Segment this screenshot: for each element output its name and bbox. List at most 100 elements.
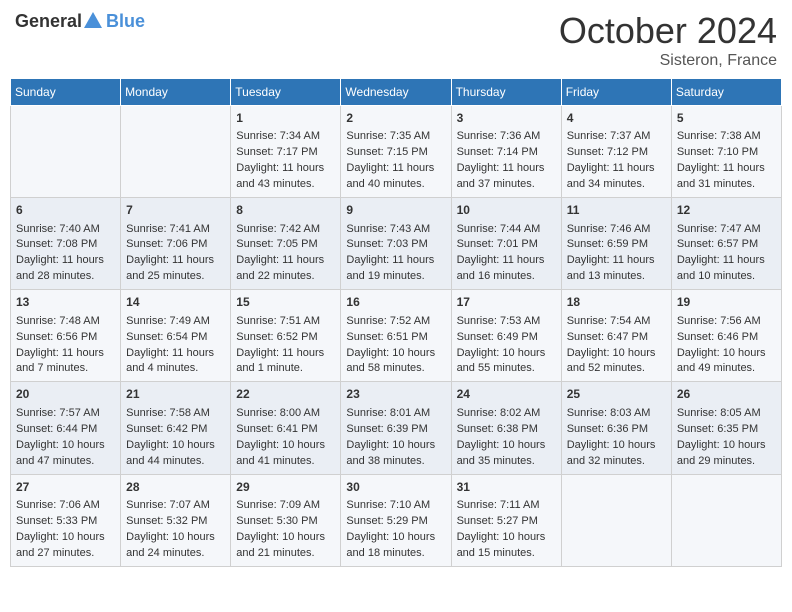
logo-general: General — [15, 11, 82, 32]
day-info-line: Sunrise: 7:52 AM — [346, 314, 445, 330]
day-info-line: Sunset: 6:52 PM — [236, 330, 335, 346]
page-header: General Blue October 2024 Sisteron, Fran… — [10, 10, 782, 70]
day-info-line: Sunrise: 8:02 AM — [457, 406, 556, 422]
day-number: 27 — [16, 479, 115, 496]
calendar-cell: 6Sunrise: 7:40 AMSunset: 7:08 PMDaylight… — [11, 198, 121, 290]
day-number: 9 — [346, 202, 445, 219]
calendar-cell: 29Sunrise: 7:09 AMSunset: 5:30 PMDayligh… — [231, 474, 341, 566]
day-number: 16 — [346, 294, 445, 311]
day-info-line: Sunset: 6:51 PM — [346, 330, 445, 346]
day-info-line: Daylight: 11 hours and 10 minutes. — [677, 253, 776, 285]
day-info-line: Daylight: 11 hours and 13 minutes. — [567, 253, 666, 285]
day-info-line: Sunset: 6:49 PM — [457, 330, 556, 346]
day-info-line: Sunset: 7:01 PM — [457, 237, 556, 253]
day-info-line: Sunrise: 7:47 AM — [677, 222, 776, 238]
day-info-line: Sunrise: 8:00 AM — [236, 406, 335, 422]
logo-blue: Blue — [106, 11, 145, 31]
day-info-line: Sunset: 6:57 PM — [677, 237, 776, 253]
title-block: October 2024 Sisteron, France — [559, 10, 777, 70]
calendar-cell: 7Sunrise: 7:41 AMSunset: 7:06 PMDaylight… — [121, 198, 231, 290]
day-info-line: Sunset: 5:33 PM — [16, 514, 115, 530]
day-number: 30 — [346, 479, 445, 496]
day-number: 31 — [457, 479, 556, 496]
day-info-line: Daylight: 11 hours and 31 minutes. — [677, 161, 776, 193]
day-info-line: Sunrise: 7:57 AM — [16, 406, 115, 422]
day-number: 20 — [16, 386, 115, 403]
day-info-line: Daylight: 10 hours and 58 minutes. — [346, 346, 445, 378]
day-info-line: Daylight: 10 hours and 27 minutes. — [16, 530, 115, 562]
day-number: 3 — [457, 110, 556, 127]
day-info-line: Sunset: 6:54 PM — [126, 330, 225, 346]
day-info-line: Sunrise: 7:40 AM — [16, 222, 115, 238]
calendar-cell: 23Sunrise: 8:01 AMSunset: 6:39 PMDayligh… — [341, 382, 451, 474]
weekday-header-thursday: Thursday — [451, 79, 561, 106]
day-info-line: Sunset: 6:47 PM — [567, 330, 666, 346]
day-number: 12 — [677, 202, 776, 219]
day-info-line: Sunrise: 7:09 AM — [236, 498, 335, 514]
day-info-line: Sunset: 7:05 PM — [236, 237, 335, 253]
day-info-line: Sunset: 7:06 PM — [126, 237, 225, 253]
day-number: 8 — [236, 202, 335, 219]
calendar-cell: 11Sunrise: 7:46 AMSunset: 6:59 PMDayligh… — [561, 198, 671, 290]
day-info-line: Daylight: 11 hours and 1 minute. — [236, 346, 335, 378]
day-info-line: Daylight: 10 hours and 24 minutes. — [126, 530, 225, 562]
day-info-line: Sunrise: 7:07 AM — [126, 498, 225, 514]
day-info-line: Daylight: 11 hours and 40 minutes. — [346, 161, 445, 193]
day-info-line: Sunset: 6:41 PM — [236, 422, 335, 438]
calendar-cell — [671, 474, 781, 566]
day-info-line: Daylight: 10 hours and 55 minutes. — [457, 346, 556, 378]
day-info-line: Daylight: 10 hours and 41 minutes. — [236, 438, 335, 470]
day-info-line: Daylight: 11 hours and 37 minutes. — [457, 161, 556, 193]
calendar-cell: 10Sunrise: 7:44 AMSunset: 7:01 PMDayligh… — [451, 198, 561, 290]
day-info-line: Sunset: 6:36 PM — [567, 422, 666, 438]
day-info-line: Sunrise: 7:46 AM — [567, 222, 666, 238]
day-info-line: Sunset: 5:27 PM — [457, 514, 556, 530]
calendar-week-row: 20 Sunrise: 7:57 AMSunset: 6:44 PM Dayligh… — [11, 382, 782, 474]
logo: General Blue — [15, 10, 145, 32]
day-info-line: Daylight: 10 hours and 29 minutes. — [677, 438, 776, 470]
day-info-line: Sunset: 7:03 PM — [346, 237, 445, 253]
calendar-cell: 3Sunrise: 7:36 AMSunset: 7:14 PMDaylight… — [451, 106, 561, 198]
day-number: 2 — [346, 110, 445, 127]
day-info-line: Sunrise: 7:11 AM — [457, 498, 556, 514]
weekday-header-row: SundayMondayTuesdayWednesdayThursdayFrid… — [11, 79, 782, 106]
calendar-week-row: 1Sunrise: 7:34 AMSunset: 7:17 PMDaylight… — [11, 106, 782, 198]
day-info-line: Daylight: 11 hours and 7 minutes. — [16, 346, 115, 378]
calendar-cell — [11, 106, 121, 198]
day-info-line: Sunrise: 8:01 AM — [346, 406, 445, 422]
calendar-table: SundayMondayTuesdayWednesdayThursdayFrid… — [10, 78, 782, 567]
weekday-header-friday: Friday — [561, 79, 671, 106]
calendar-cell: 18Sunrise: 7:54 AMSunset: 6:47 PMDayligh… — [561, 290, 671, 382]
day-info-line: Sunset: 7:15 PM — [346, 145, 445, 161]
day-info-line: Sunrise: 7:43 AM — [346, 222, 445, 238]
day-info-line: Daylight: 10 hours and 21 minutes. — [236, 530, 335, 562]
calendar-cell: 24Sunrise: 8:02 AMSunset: 6:38 PMDayligh… — [451, 382, 561, 474]
day-number: 7 — [126, 202, 225, 219]
weekday-header-wednesday: Wednesday — [341, 79, 451, 106]
day-number: 22 — [236, 386, 335, 403]
day-info-line: Daylight: 11 hours and 25 minutes. — [126, 253, 225, 285]
weekday-header-tuesday: Tuesday — [231, 79, 341, 106]
day-number: 11 — [567, 202, 666, 219]
day-info-line: Sunset: 7:08 PM — [16, 237, 115, 253]
day-info-line: Daylight: 11 hours and 43 minutes. — [236, 161, 335, 193]
calendar-cell: 12 Sunrise: 7:47 AMSunset: 6:57 PMDayligh… — [671, 198, 781, 290]
day-info-line: Sunrise: 7:34 AM — [236, 129, 335, 145]
calendar-cell: 28Sunrise: 7:07 AMSunset: 5:32 PMDayligh… — [121, 474, 231, 566]
calendar-week-row: 6 Sunrise: 7:40 AMSunset: 7:08 PM Daylight… — [11, 198, 782, 290]
day-info-line: Sunrise: 8:03 AM — [567, 406, 666, 422]
calendar-cell: 2Sunrise: 7:35 AMSunset: 7:15 PMDaylight… — [341, 106, 451, 198]
day-info-line: Daylight: 10 hours and 35 minutes. — [457, 438, 556, 470]
day-info-line: Sunset: 7:10 PM — [677, 145, 776, 161]
calendar-cell: 21Sunrise: 7:58 AMSunset: 6:42 PMDayligh… — [121, 382, 231, 474]
day-number: 19 — [677, 294, 776, 311]
day-info-line: Daylight: 10 hours and 49 minutes. — [677, 346, 776, 378]
day-info-line: Sunrise: 7:58 AM — [126, 406, 225, 422]
calendar-cell: 27Sunrise: 7:06 AMSunset: 5:33 PMDayligh… — [11, 474, 121, 566]
day-info-line: Sunset: 6:44 PM — [16, 422, 115, 438]
day-number: 6 — [16, 202, 115, 219]
day-number: 10 — [457, 202, 556, 219]
day-info-line: Daylight: 10 hours and 38 minutes. — [346, 438, 445, 470]
day-info-line: Daylight: 11 hours and 16 minutes. — [457, 253, 556, 285]
day-info-line: Sunrise: 7:54 AM — [567, 314, 666, 330]
